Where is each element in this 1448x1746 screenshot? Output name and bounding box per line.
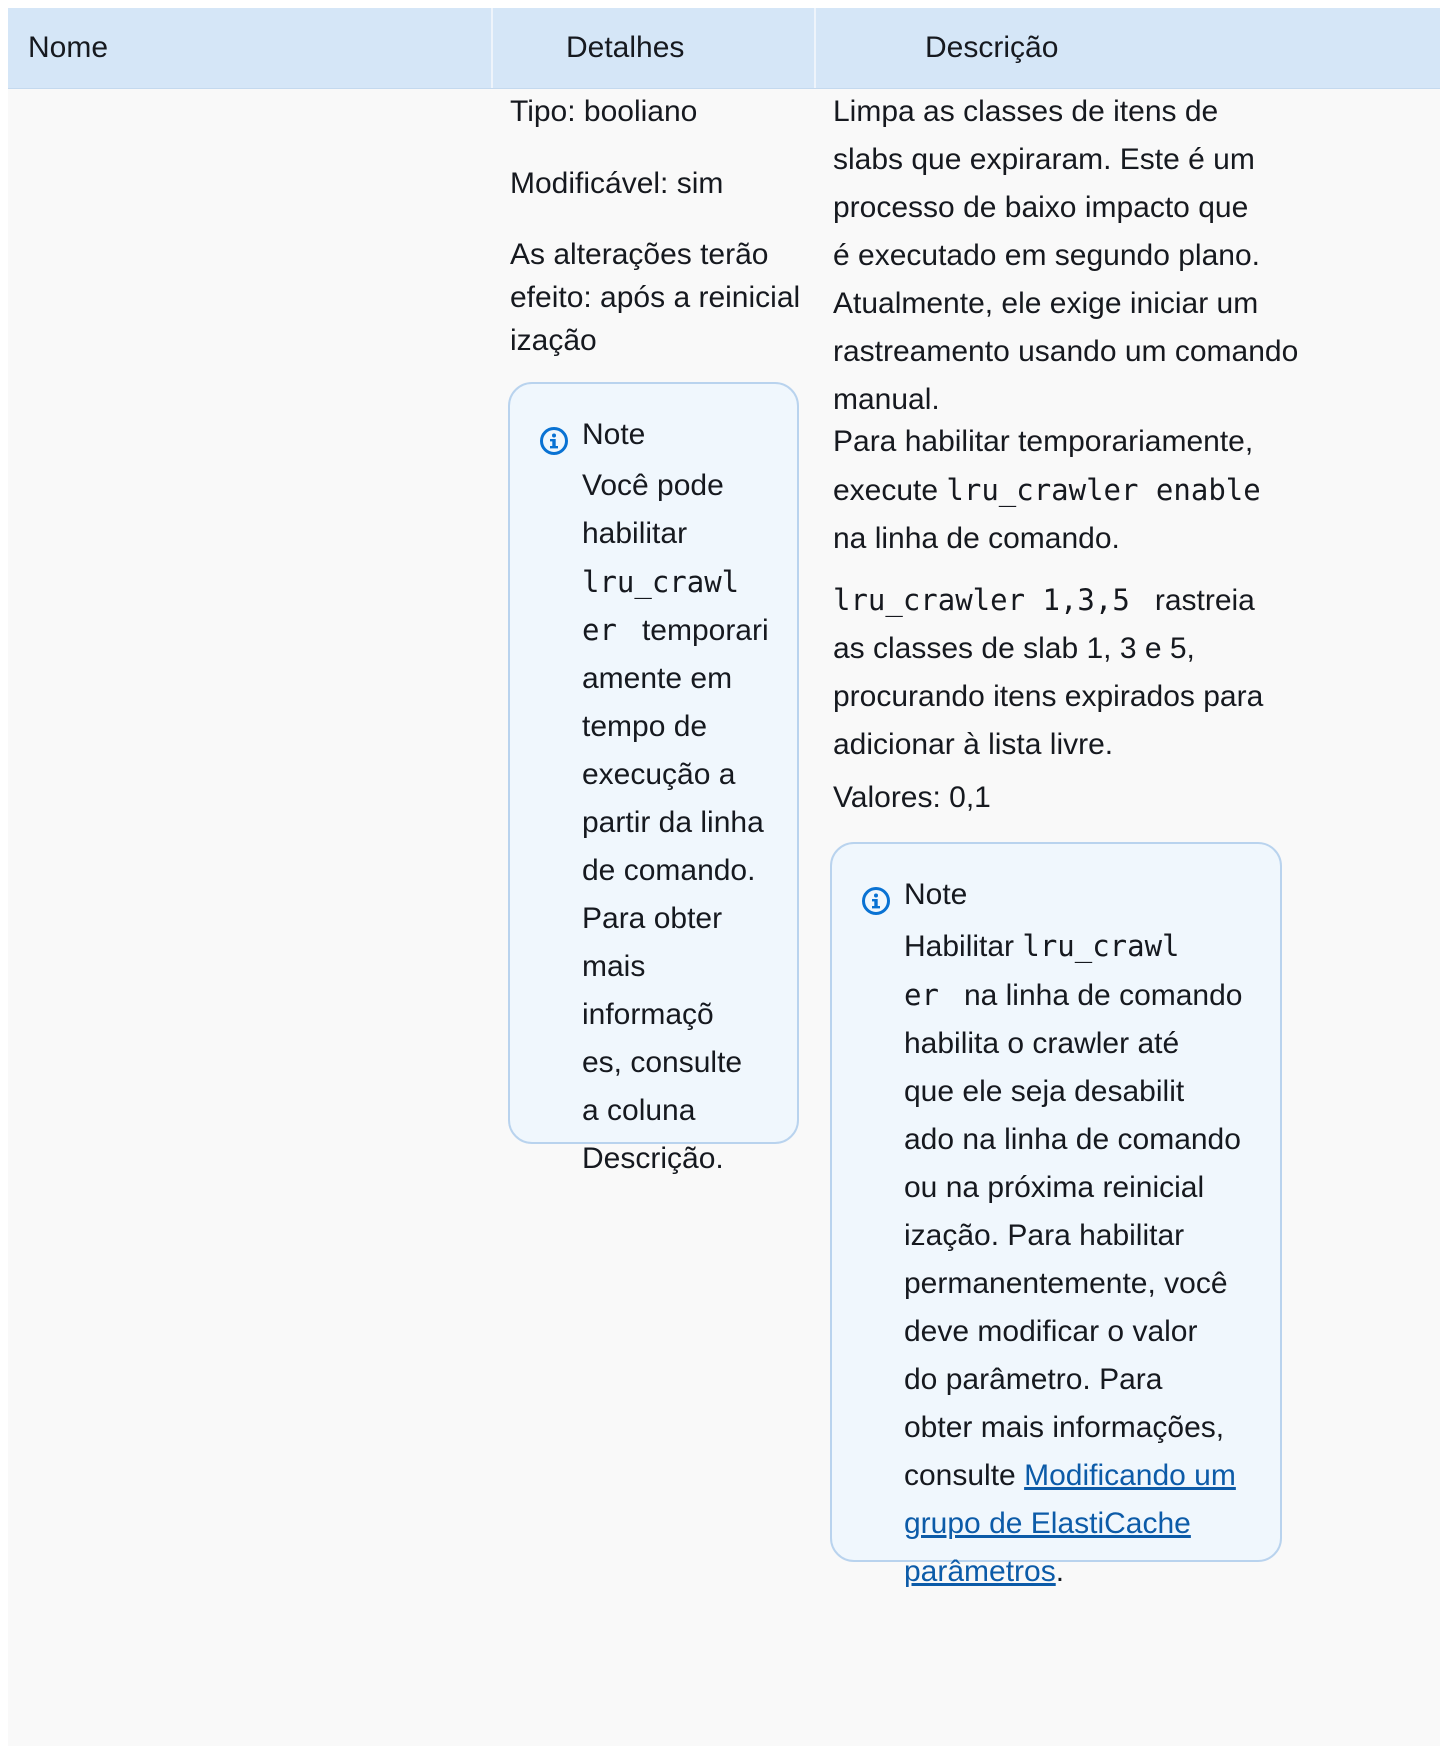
note-line: de comando. [582,854,756,887]
note-line: obter mais informações, [904,1411,1225,1444]
description-text: rastreia [1154,584,1255,617]
column-divider [491,8,493,88]
note-line: habilita o crawler até [904,1027,1180,1060]
inline-code: lru_crawler 1,3,5 [833,583,1130,617]
description-line: adicionar à lista livre. [833,728,1114,761]
note-line: ização. Para habilitar [904,1219,1185,1252]
description-text: execute [833,474,947,507]
description-line: processo de baixo impacto que [833,191,1249,224]
note-line: tempo de [582,710,708,743]
note-line: ado na linha de comando [904,1123,1241,1156]
note-line: es, consulte [582,1046,743,1079]
note-code: lru_crawl [1022,929,1180,963]
description-line: Atualmente, ele exige iniciar um [833,287,1259,320]
note-code: er [904,978,939,1012]
info-icon [862,887,890,915]
column-header-details: Detalhes [566,31,685,64]
column-divider [814,8,816,88]
description-paragraph-2: Para habilitar temporariamente, execute … [833,418,1261,563]
detail-changes-line: As alterações terão [510,238,769,271]
inline-code: lru_crawler enable [946,473,1261,507]
note-line: er temporari [582,606,792,655]
note-line: informaçõ [582,998,714,1031]
modify-parameter-group-link[interactable]: parâmetros [904,1555,1056,1588]
note-title: Note [904,878,968,911]
note-line: a coluna [582,1094,696,1127]
note-line: execução a [582,758,736,791]
description-line: na linha de comando. [833,522,1120,555]
note-text: temporari [641,614,769,647]
description-values: Valores: 0,1 [833,781,991,814]
note-line: Habilitar lru_crawl [904,922,1274,971]
note-line: er na linha de comando [904,971,1274,1020]
detail-changes-line: efeito: após a reinicial [510,281,801,314]
description-line: slabs que expiraram. Este é um [833,143,1255,176]
description-line: as classes de slab 1, 3 e 5, [833,632,1195,665]
detail-modifiable: Modificável: sim [510,167,724,200]
note-line: grupo de ElastiCache [904,1500,1274,1548]
description-paragraph-1: Limpa as classes de itens de slabs que e… [833,88,1298,424]
details-note-box: Note Você pode habilitar lru_crawl er te… [508,382,799,1175]
description-line: lru_crawler 1,3,5 rastreia [833,576,1263,625]
note-line: consulte Modificando um [904,1452,1274,1500]
table-header-row: Nome Detalhes Descrição [8,8,1440,89]
parameter-table: Nome Detalhes Descrição Tipo: booliano M… [8,8,1440,1746]
note-line: mais [582,950,646,983]
note-text: Habilitar [904,930,1023,963]
note-line: partir da linha [582,806,764,839]
note-title: Note [582,418,646,451]
detail-type: Tipo: booliano [510,95,698,128]
description-line: Para habilitar temporariamente, [833,425,1254,458]
note-line: Para obter [582,902,723,935]
note-text: consulte [904,1459,1025,1492]
note-line: habilitar [582,517,688,550]
note-body: Você pode habilitar lru_crawl er tempora… [582,462,792,1183]
note-line: parâmetros. [904,1548,1274,1596]
note-line: do parâmetro. Para [904,1363,1163,1396]
note-line: amente em [582,662,733,695]
description-line: é executado em segundo plano. [833,239,1260,272]
note-text: . [1055,1555,1065,1588]
note-line: Você pode [582,469,724,502]
description-paragraph-3: lru_crawler 1,3,5 rastreia as classes de… [833,576,1263,769]
note-code: er [582,613,617,647]
note-line: deve modificar o valor [904,1315,1198,1348]
column-header-name: Nome [28,31,109,64]
modify-parameter-group-link[interactable]: grupo de ElastiCache [904,1507,1191,1540]
note-line: ou na próxima reinicial [904,1171,1205,1204]
note-line: permanentemente, você [904,1267,1228,1300]
description-line: rastreamento usando um comando [833,335,1299,368]
note-text: na linha de comando [963,979,1243,1012]
modify-parameter-group-link[interactable]: Modificando um [1024,1459,1236,1492]
note-body: Habilitar lru_crawl er na linha de coman… [904,922,1274,1596]
description-line: execute lru_crawler enable [833,466,1261,515]
description-note-box: Note Habilitar lru_crawl er na linha de … [830,842,1282,1588]
description-line: Limpa as classes de itens de [833,95,1219,128]
note-code: lru_crawl [582,565,740,599]
description-line: procurando itens expirados para [833,680,1264,713]
info-icon [540,427,568,455]
note-line: que ele seja desabilit [904,1075,1185,1108]
detail-changes-line: ização [510,324,597,357]
note-line: Descrição. [582,1142,724,1175]
description-line: manual. [833,383,940,416]
column-header-description: Descrição [925,31,1059,64]
